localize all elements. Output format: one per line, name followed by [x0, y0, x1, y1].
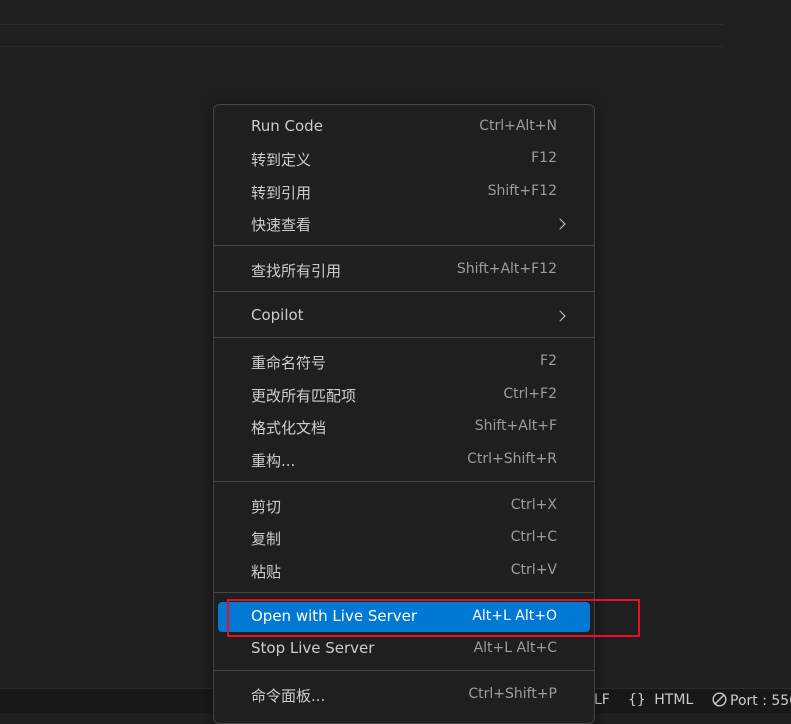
- status-language[interactable]: {} HTML: [628, 692, 693, 708]
- menu-item-shortcut: Ctrl+X: [510, 497, 557, 513]
- menu-item-shortcut: Shift+Alt+F: [474, 418, 557, 434]
- menu-item-label: 查找所有引用: [251, 262, 342, 280]
- menu-item-go-to-references[interactable]: 转到引用 Shift+F12: [218, 177, 590, 207]
- editor-divider: [0, 24, 723, 25]
- menu-item-format-document[interactable]: 格式化文档 Shift+Alt+F: [218, 412, 590, 442]
- chevron-right-icon: [554, 218, 566, 230]
- menu-item-shortcut: Ctrl+C: [510, 529, 557, 545]
- menu-item-shortcut: Shift+Alt+F12: [456, 261, 557, 277]
- menu-item-refactor[interactable]: 重构... Ctrl+Shift+R: [218, 445, 590, 475]
- menu-item-shortcut: Ctrl+V: [510, 562, 557, 578]
- menu-item-label: 转到定义: [251, 151, 312, 169]
- menu-separator: [214, 670, 594, 671]
- menu-item-change-all-occurrences[interactable]: 更改所有匹配项 Ctrl+F2: [218, 380, 590, 410]
- menu-item-label: Stop Live Server: [251, 639, 375, 657]
- menu-item-label: 重命名符号: [251, 354, 327, 372]
- menu-item-cut[interactable]: 剪切 Ctrl+X: [218, 491, 590, 521]
- menu-item-shortcut: Alt+L Alt+C: [473, 640, 557, 656]
- menu-item-command-palette[interactable]: 命令面板... Ctrl+Shift+P: [218, 680, 590, 710]
- status-eol[interactable]: LF: [594, 692, 610, 708]
- menu-item-label: Run Code: [251, 117, 323, 135]
- menu-item-label: 复制: [251, 530, 282, 548]
- chevron-right-icon: [554, 310, 566, 322]
- menu-item-label: 重构...: [251, 452, 296, 470]
- status-language-label: HTML: [654, 692, 694, 708]
- menu-separator: [214, 481, 594, 482]
- menu-item-shortcut: Ctrl+Shift+R: [467, 451, 557, 467]
- menu-item-shortcut: Ctrl+Shift+P: [468, 686, 557, 702]
- editor-divider: [0, 46, 723, 47]
- menu-item-label: Copilot: [251, 306, 304, 324]
- menu-item-go-to-definition[interactable]: 转到定义 F12: [218, 144, 590, 174]
- menu-item-label: 快速查看: [251, 216, 312, 234]
- menu-item-label: 更改所有匹配项: [251, 387, 357, 405]
- menu-item-copilot[interactable]: Copilot: [218, 301, 590, 331]
- menu-item-shortcut: Shift+F12: [487, 183, 557, 199]
- menu-separator: [214, 245, 594, 246]
- menu-item-peek[interactable]: 快速查看: [218, 209, 590, 239]
- menu-item-label: 命令面板...: [251, 687, 326, 705]
- menu-separator: [214, 592, 594, 593]
- menu-separator: [214, 291, 594, 292]
- annotation-highlight-box: [227, 599, 640, 637]
- menu-separator: [214, 337, 594, 338]
- no-entry-icon: [712, 692, 727, 707]
- menu-item-paste[interactable]: 粘贴 Ctrl+V: [218, 556, 590, 586]
- menu-item-run-code[interactable]: Run Code Ctrl+Alt+N: [218, 112, 590, 142]
- braces-icon: {}: [628, 692, 646, 708]
- status-port-label: Port : 550: [730, 693, 791, 709]
- status-port[interactable]: Port : 550: [712, 692, 791, 709]
- menu-item-rename-symbol[interactable]: 重命名符号 F2: [218, 347, 590, 377]
- menu-item-copy[interactable]: 复制 Ctrl+C: [218, 523, 590, 553]
- menu-item-label: 格式化文档: [251, 419, 327, 437]
- menu-item-label: 转到引用: [251, 184, 312, 202]
- menu-item-label: 剪切: [251, 498, 282, 516]
- menu-item-shortcut: Ctrl+F2: [503, 386, 557, 402]
- menu-item-shortcut: F12: [531, 150, 557, 166]
- menu-item-shortcut: F2: [540, 353, 557, 369]
- menu-item-stop-live-server[interactable]: Stop Live Server Alt+L Alt+C: [218, 634, 590, 664]
- menu-item-find-all-references[interactable]: 查找所有引用 Shift+Alt+F12: [218, 255, 590, 285]
- menu-item-label: 粘贴: [251, 563, 282, 581]
- menu-item-shortcut: Ctrl+Alt+N: [479, 118, 557, 134]
